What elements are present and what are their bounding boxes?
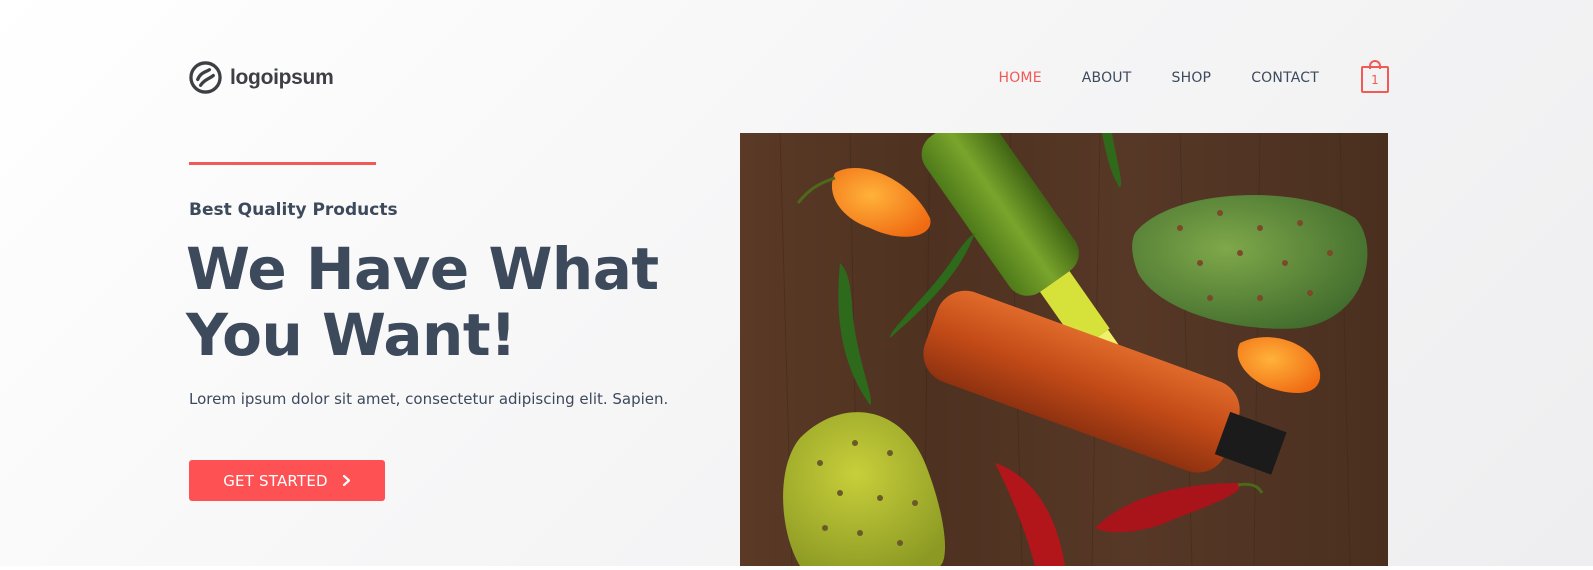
page-bottom-edge (0, 566, 1593, 570)
hot-sauce-peppers-photo (740, 133, 1388, 566)
logo-text: logoipsum (230, 65, 334, 89)
nav-home[interactable]: HOME (998, 70, 1041, 86)
cart-button[interactable]: 1 (1361, 60, 1389, 94)
get-started-button[interactable]: GET STARTED (189, 460, 385, 501)
hero-image (740, 133, 1388, 566)
nav-shop[interactable]: SHOP (1172, 70, 1212, 86)
main-nav: HOME ABOUT SHOP CONTACT (998, 70, 1319, 86)
hero-eyebrow: Best Quality Products (189, 200, 398, 220)
hero-headline-line-2: You Want! (186, 301, 517, 369)
chevron-right-icon (342, 475, 350, 486)
nav-about[interactable]: ABOUT (1082, 70, 1132, 86)
logo[interactable]: logoipsum (189, 61, 334, 94)
get-started-label: GET STARTED (223, 471, 328, 490)
accent-line (189, 162, 376, 165)
nav-contact[interactable]: CONTACT (1251, 70, 1319, 86)
site-header: logoipsum HOME ABOUT SHOP CONTACT 1 (189, 58, 1389, 98)
logo-mark-icon (189, 61, 222, 94)
hero-headline-line-1: We Have What (186, 235, 659, 303)
hero-headline: We Have What You Want! (186, 236, 706, 368)
hero-subtext: Lorem ipsum dolor sit amet, consectetur … (189, 390, 669, 408)
cart-count: 1 (1361, 66, 1389, 93)
